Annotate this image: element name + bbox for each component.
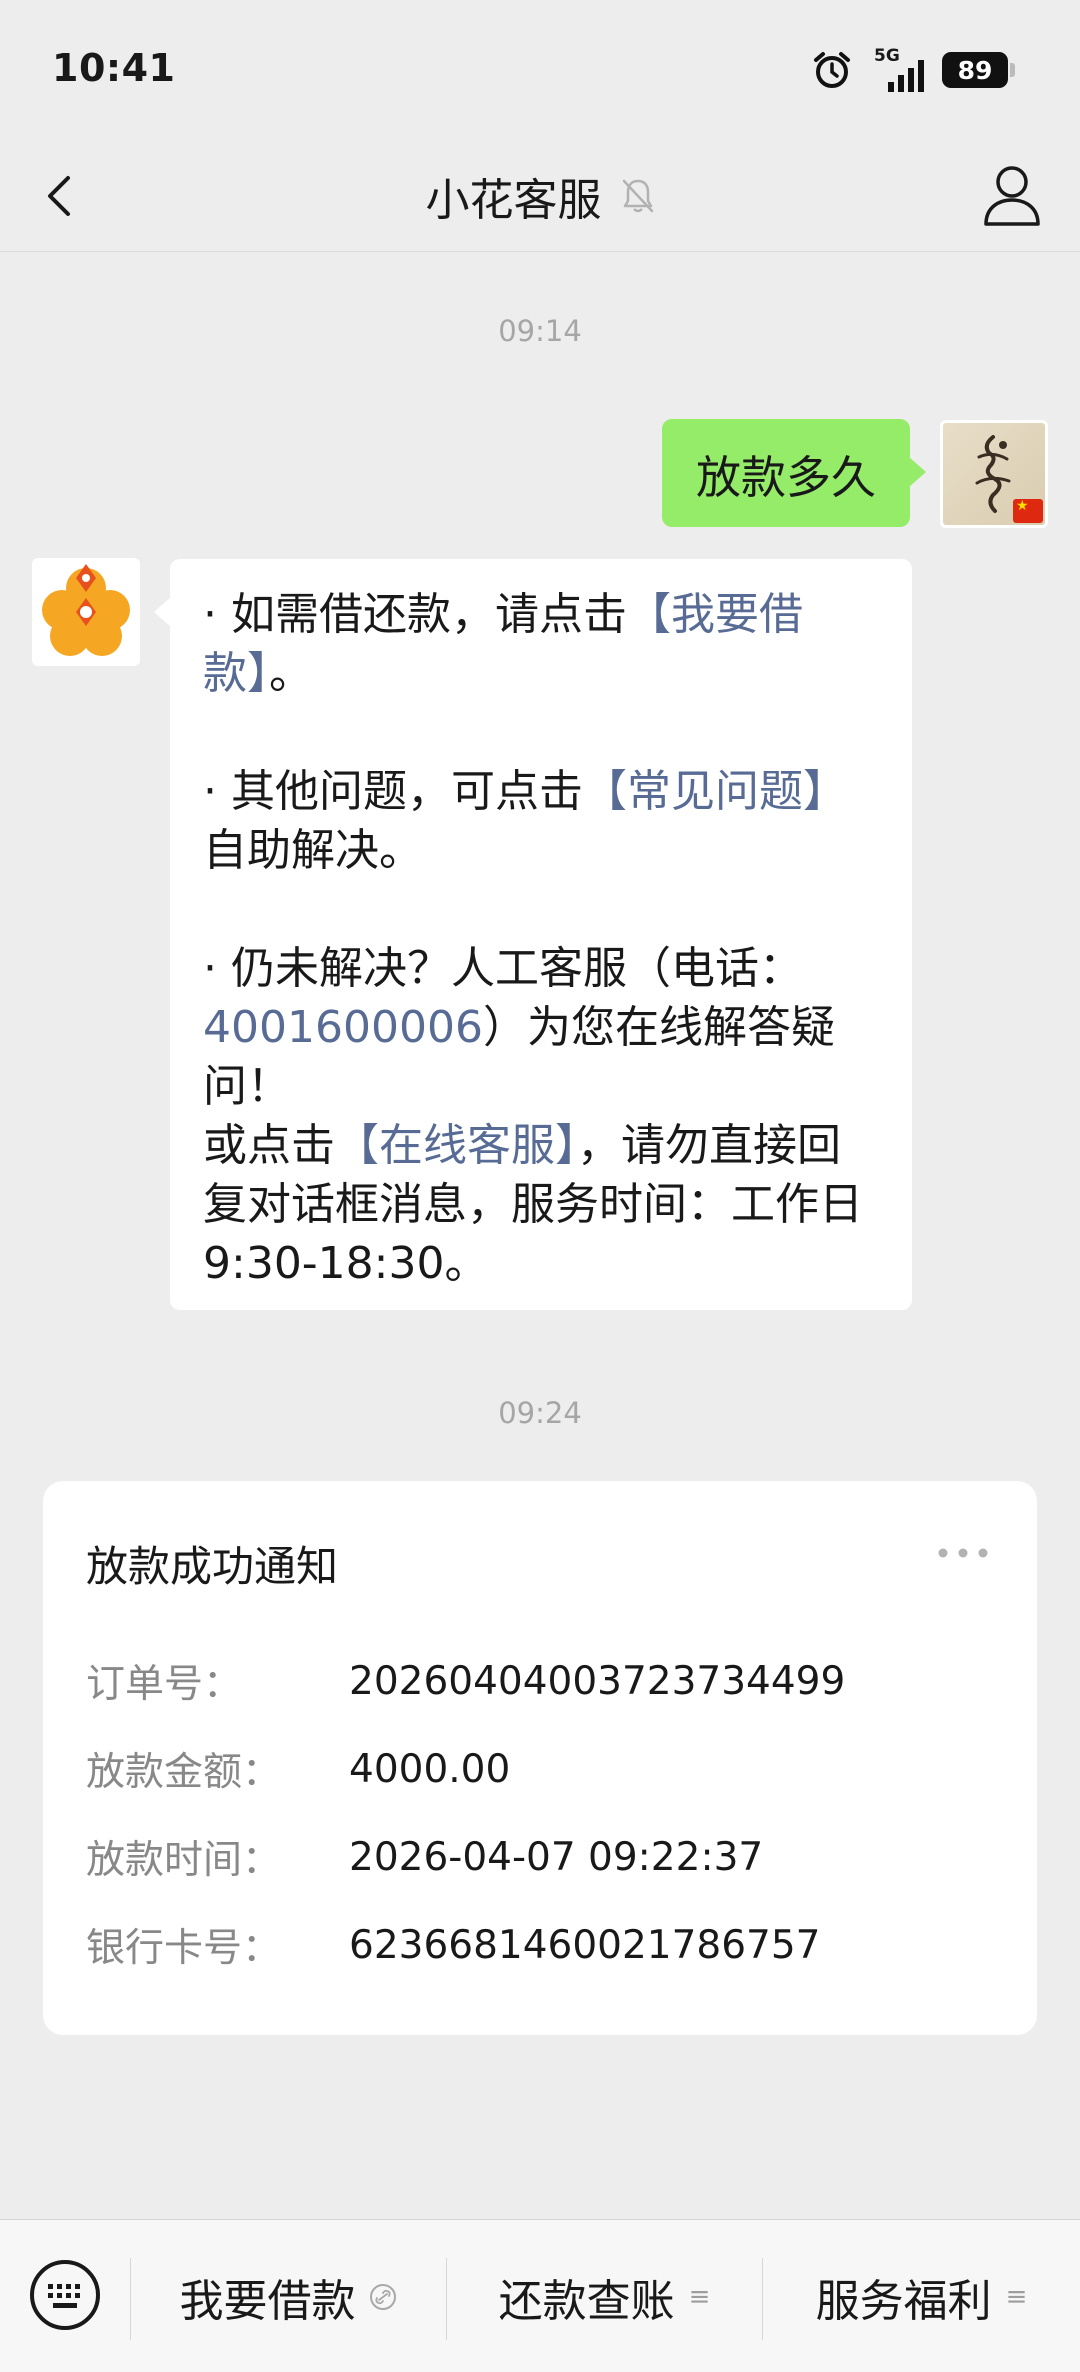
phone-link[interactable]: 4001600006: [203, 1002, 483, 1053]
china-flag-badge: ★: [1013, 498, 1043, 523]
notice-row-time: 放款时间： 2026-04-07 09:22:37: [86, 1831, 764, 1884]
profile-icon[interactable]: [982, 160, 1042, 228]
reply-paragraph-borrow: · 如需借还款，请点击【我要借款】。: [203, 585, 882, 703]
notice-row-card: 银行卡号： 6236681460021786757: [86, 1919, 821, 1972]
reply-paragraph-faq: · 其他问题，可点击【常见问题】自助解决。: [203, 762, 882, 880]
message-timestamp: 09:14: [498, 314, 582, 348]
user-avatar[interactable]: ★: [940, 420, 1048, 528]
amount-value: 4000.00: [349, 1746, 511, 1792]
menu-item-label: 还款查账: [498, 2275, 675, 2327]
title-area: 小花客服: [0, 164, 1080, 226]
keyboard-icon[interactable]: [28, 2258, 102, 2332]
online-service-link[interactable]: 【在线客服】: [335, 1120, 577, 1171]
bottom-menu-bar: 我要借款 还款查账 ≡ 服务福利 ≡: [0, 2219, 1080, 2372]
notice-row-amount: 放款金额： 4000.00: [86, 1743, 511, 1796]
battery-indicator: 89: [942, 52, 1015, 88]
amount-label: 放款金额：: [86, 1750, 282, 1795]
signal-icon: [888, 60, 924, 92]
payout-time-value: 2026-04-07 09:22:37: [349, 1834, 764, 1880]
bank-card-label: 银行卡号：: [86, 1926, 282, 1971]
menu-item-benefits[interactable]: 服务福利 ≡: [763, 2220, 1080, 2372]
status-icons: 5G 89: [812, 46, 1015, 92]
reply-paragraph-online: 或点击【在线客服】，请勿直接回复对话框消息，服务时间：工作日9:30-18:30…: [203, 1116, 882, 1293]
chat-title: 小花客服: [425, 175, 602, 226]
order-number-label: 订单号：: [86, 1662, 243, 1707]
service-avatar[interactable]: [32, 558, 140, 666]
payout-notice-card[interactable]: 放款成功通知 订单号： 20260404003723734499 放款金额： 4…: [43, 1481, 1037, 2035]
cellular-status: 5G: [866, 46, 928, 92]
menu-item-repayment[interactable]: 还款查账 ≡: [447, 2220, 762, 2372]
submenu-icon: ≡: [688, 2281, 711, 2312]
menu-item-borrow[interactable]: 我要借款: [131, 2220, 446, 2372]
chat-header: 小花客服: [0, 140, 1080, 252]
notice-row-order: 订单号： 20260404003723734499: [86, 1655, 846, 1708]
muted-bell-icon: [622, 179, 653, 213]
message-timestamp: 09:24: [498, 1396, 582, 1430]
status-bar: 10:41 5G 89: [0, 0, 1080, 140]
xiaohua-logo-icon: [42, 564, 130, 656]
status-time: 10:41: [52, 46, 176, 90]
payout-time-label: 放款时间：: [86, 1838, 282, 1883]
more-options-icon[interactable]: [937, 1547, 989, 1559]
faq-link[interactable]: 【常见问题】: [583, 766, 847, 817]
reply-text: · 其他问题，可点击: [203, 766, 583, 817]
reply-paragraph-contact: · 仍未解决？人工客服（电话：4001600006）为您在线解答疑问！: [203, 939, 882, 1116]
link-icon: [369, 2283, 396, 2310]
incoming-message-bubble: · 如需借还款，请点击【我要借款】。 · 其他问题，可点击【常见问题】自助解决。…: [154, 559, 912, 1310]
menu-item-label: 我要借款: [179, 2275, 356, 2327]
notice-title: 放款成功通知: [86, 1542, 339, 1591]
alarm-icon: [814, 52, 850, 88]
reply-text: 或点击: [203, 1120, 335, 1171]
bank-card-value: 6236681460021786757: [349, 1922, 821, 1968]
reply-text: 自助解决。: [203, 825, 423, 876]
reply-text: · 仍未解决？人工客服（电话：: [203, 943, 803, 994]
submenu-icon: ≡: [1005, 2281, 1028, 2312]
menu-item-label: 服务福利: [815, 2275, 992, 2327]
reply-text: · 如需借还款，请点击: [203, 589, 627, 640]
outgoing-message-bubble[interactable]: 放款多久: [662, 419, 926, 527]
order-number-value: 20260404003723734499: [349, 1658, 846, 1704]
reply-text: 。: [269, 648, 313, 699]
